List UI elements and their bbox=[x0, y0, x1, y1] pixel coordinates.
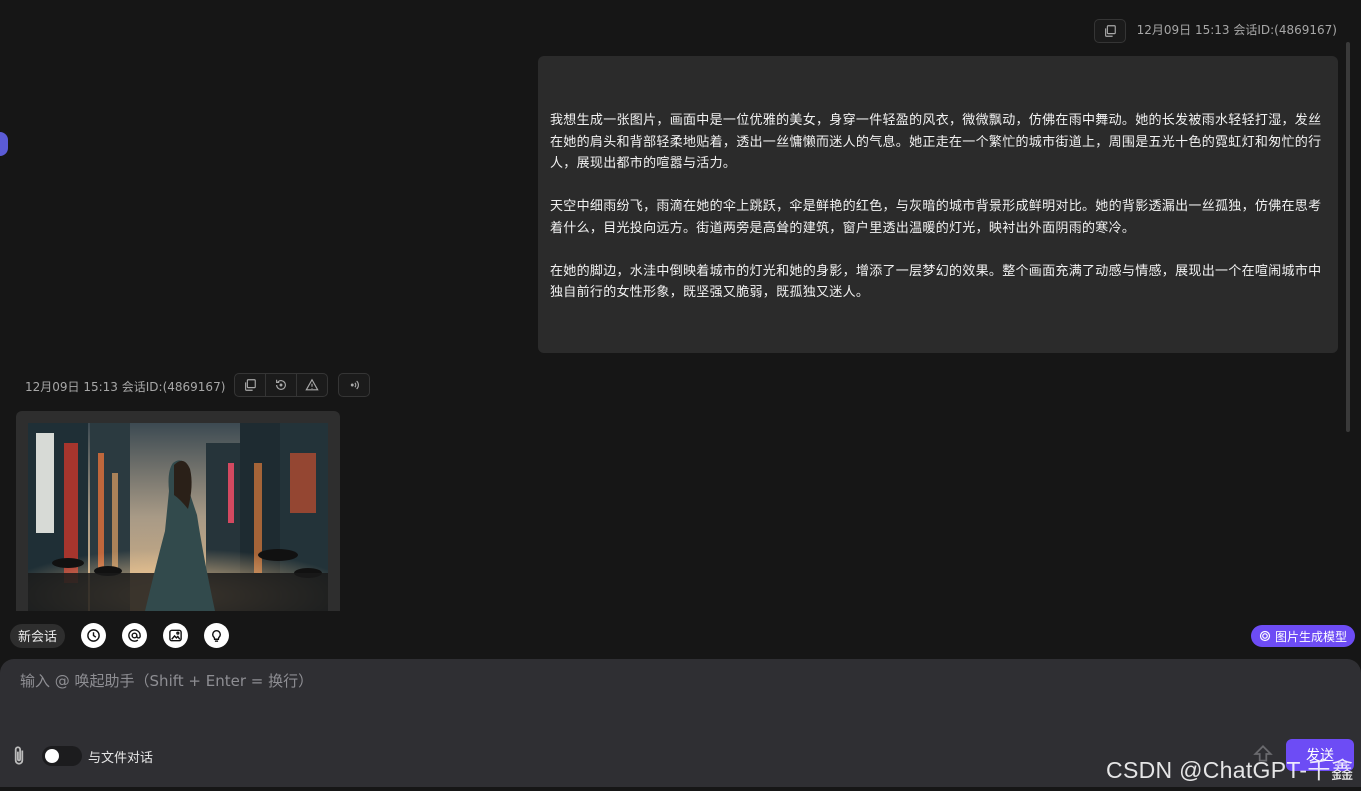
bot-message-actions bbox=[234, 373, 370, 397]
image-icon bbox=[169, 629, 182, 642]
regenerate-button[interactable] bbox=[265, 373, 297, 397]
mention-button[interactable] bbox=[122, 623, 148, 648]
scrollbar-thumb[interactable] bbox=[1346, 42, 1350, 432]
message-paragraph: 在她的脚边，水洼中倒映着城市的灯光和她的身影，增添了一层梦幻的效果。整个画面充满… bbox=[550, 263, 1322, 301]
bot-message-meta: 12月09日 15:13 会话ID:(4869167) bbox=[25, 380, 226, 394]
new-chat-button[interactable]: 新会话 bbox=[10, 623, 66, 648]
model-selector[interactable]: 图片生成模型 bbox=[1250, 625, 1355, 647]
warning-icon bbox=[305, 378, 319, 391]
copy-icon bbox=[1105, 25, 1116, 37]
copy-icon bbox=[245, 379, 256, 391]
mention-icon bbox=[128, 629, 141, 642]
chat-input[interactable]: 输入 @ 唤起助手（Shift + Enter = 换行） bbox=[20, 670, 313, 691]
read-aloud-button[interactable] bbox=[338, 373, 370, 397]
copy-button[interactable] bbox=[234, 373, 266, 397]
model-icon bbox=[1259, 630, 1271, 642]
user-message-bubble: 我想生成一张图片，画面中是一位优雅的美女，身穿一件轻盈的风衣，微微飘动，仿佛在雨… bbox=[538, 56, 1338, 353]
model-label: 图片生成模型 bbox=[1274, 629, 1347, 644]
message-paragraph: 天空中细雨纷飞，雨滴在她的伞上跳跃，伞是鲜艳的红色，与灰暗的城市背景形成鲜明对比… bbox=[550, 199, 1322, 236]
user-message-meta: 12月09日 15:13 会话ID:(4869167) bbox=[1136, 23, 1337, 37]
image-button[interactable] bbox=[163, 623, 189, 648]
generated-image[interactable] bbox=[28, 423, 328, 611]
regenerate-icon bbox=[276, 379, 286, 390]
generated-image-card bbox=[16, 411, 340, 611]
copy-button[interactable] bbox=[1094, 19, 1126, 43]
speaker-icon bbox=[350, 380, 359, 390]
composer-toolbar: 新会话 bbox=[10, 623, 245, 648]
history-icon bbox=[87, 629, 100, 642]
file-chat-toggle[interactable] bbox=[42, 746, 82, 766]
sidebar-expand-handle[interactable] bbox=[0, 132, 8, 156]
history-button[interactable] bbox=[81, 623, 107, 648]
lightbulb-icon bbox=[212, 630, 221, 642]
report-button[interactable] bbox=[296, 373, 328, 397]
file-chat-toggle-label: 与文件对话 bbox=[88, 751, 154, 766]
watermark-text: CSDN @ChatGPT-千鑫 bbox=[1106, 757, 1354, 783]
attach-icon[interactable] bbox=[10, 745, 28, 767]
message-paragraph: 我想生成一张图片，画面中是一位优雅的美女，身穿一件轻盈的风衣，微微飘动，仿佛在雨… bbox=[550, 113, 1322, 171]
toggle-knob bbox=[45, 749, 59, 763]
lightbulb-button[interactable] bbox=[204, 623, 230, 648]
